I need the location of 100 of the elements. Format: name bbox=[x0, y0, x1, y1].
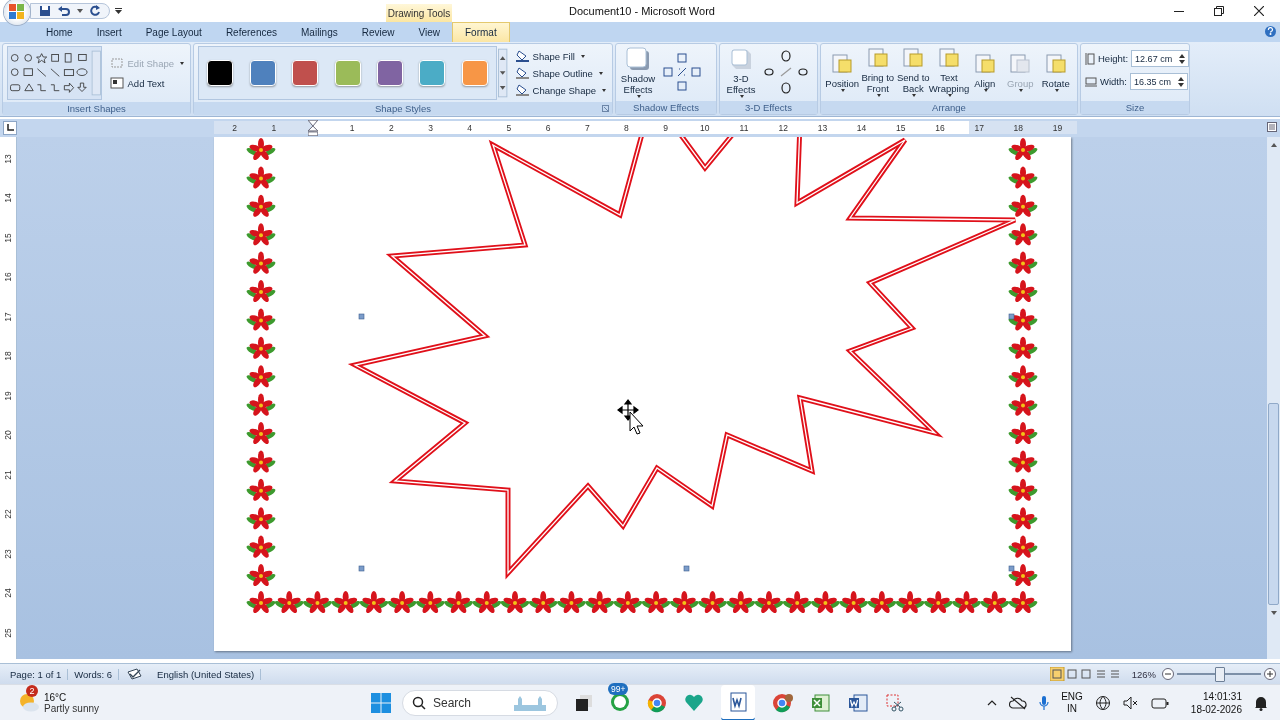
snipping-tool-icon[interactable] bbox=[885, 692, 905, 713]
shape-style-swatch[interactable] bbox=[334, 60, 361, 86]
shape-style-swatch[interactable] bbox=[207, 60, 234, 86]
poinsettia-drawing bbox=[246, 308, 276, 331]
ribbon-tab[interactable]: Mailings bbox=[289, 24, 350, 42]
dialog-launcher-icon[interactable] bbox=[602, 105, 609, 112]
arrange-button[interactable]: Rotate bbox=[1038, 53, 1073, 92]
shape-command-button[interactable]: Shape Outline bbox=[513, 66, 608, 80]
notification-bell-icon[interactable] bbox=[1254, 694, 1268, 711]
page-count[interactable]: Page: 1 of 1 bbox=[4, 668, 69, 680]
ribbon-tab[interactable]: Page Layout bbox=[133, 24, 214, 42]
proofing-icon[interactable] bbox=[127, 668, 144, 680]
scroll-down-icon[interactable] bbox=[1268, 609, 1279, 617]
selection-handle[interactable] bbox=[358, 313, 365, 320]
shape-style-swatch[interactable] bbox=[249, 60, 276, 86]
arrange-button[interactable]: Bring to Front bbox=[860, 48, 895, 97]
globe-icon[interactable] bbox=[1094, 694, 1111, 711]
poinsettia-drawing bbox=[1008, 422, 1038, 444]
ribbon-tab[interactable]: Insert bbox=[84, 24, 134, 42]
customize-caret-icon[interactable] bbox=[115, 8, 122, 14]
battery-icon[interactable] bbox=[1150, 695, 1169, 710]
ruler-number: 24 bbox=[3, 588, 13, 598]
redo-icon[interactable] bbox=[89, 5, 101, 17]
zoom-slider-thumb[interactable] bbox=[1215, 667, 1225, 682]
stacked-squares-icon bbox=[1043, 53, 1068, 76]
browser-icon[interactable] bbox=[772, 692, 794, 713]
indent-marker-icon[interactable] bbox=[308, 119, 318, 136]
vertical-scrollbar[interactable] bbox=[1267, 137, 1280, 659]
tab-selector[interactable] bbox=[3, 121, 17, 135]
arrange-button[interactable]: Text Wrapping bbox=[931, 48, 967, 97]
clock-date[interactable]: 18-02-2026 bbox=[1190, 702, 1242, 716]
speaker-muted-icon[interactable] bbox=[1122, 695, 1139, 710]
width-spin-field[interactable]: 16.35 cm bbox=[1129, 73, 1188, 90]
help-icon[interactable] bbox=[1265, 26, 1276, 37]
selection-handle[interactable] bbox=[1008, 313, 1015, 320]
shape-gallery-drawing[interactable] bbox=[7, 46, 102, 100]
save-icon[interactable] bbox=[39, 5, 51, 17]
poinsettia-drawing bbox=[1008, 478, 1038, 501]
zoom-out-icon[interactable] bbox=[1162, 668, 1174, 680]
selection-handle[interactable] bbox=[1008, 565, 1015, 572]
shape-style-swatch[interactable] bbox=[292, 60, 319, 86]
poinsettia-drawing bbox=[1008, 535, 1038, 558]
explosion-shape[interactable] bbox=[347, 137, 1018, 580]
shadow-effects-button[interactable]: Shadow Effects bbox=[620, 47, 656, 98]
shape-command-button[interactable]: Shape Fill bbox=[513, 49, 608, 63]
ribbon-tab[interactable]: View bbox=[406, 24, 452, 42]
view-buttons-icons[interactable] bbox=[1049, 667, 1122, 681]
3d-effects-button[interactable]: 3-D Effects bbox=[724, 47, 758, 98]
word-count[interactable]: Words: 6 bbox=[68, 668, 120, 680]
microphone-icon[interactable] bbox=[1039, 694, 1050, 711]
arrange-button[interactable]: Position bbox=[825, 53, 860, 92]
ribbon-tab[interactable]: References bbox=[213, 24, 289, 42]
browser-icon[interactable] bbox=[647, 692, 667, 713]
poinsettia-drawing bbox=[246, 478, 276, 501]
spreadsheet-icon[interactable] bbox=[811, 692, 831, 713]
shape-style-swatch[interactable] bbox=[377, 60, 404, 86]
task-view-icon[interactable] bbox=[575, 693, 593, 712]
input-region[interactable]: IN bbox=[1067, 702, 1077, 715]
height-spin-field[interactable]: 12.67 cm bbox=[1131, 50, 1190, 67]
word-app-icon[interactable] bbox=[848, 692, 868, 713]
zoom-level[interactable]: 126% bbox=[1131, 668, 1156, 680]
ribbon-tab[interactable]: Format bbox=[452, 22, 510, 42]
gallery-scroll-icon[interactable] bbox=[498, 47, 508, 99]
add-text-button[interactable]: Add Text bbox=[107, 76, 186, 90]
office-button[interactable] bbox=[4, 0, 30, 25]
chevron-up-icon[interactable] bbox=[987, 699, 998, 706]
poinsettia-drawing bbox=[867, 591, 897, 613]
tilt-controls-icons[interactable] bbox=[764, 49, 808, 96]
ribbon-tab[interactable]: Home bbox=[34, 24, 85, 42]
restore-icon[interactable] bbox=[1214, 6, 1224, 16]
ruler-number: 1 bbox=[348, 122, 356, 133]
ruler-number: 17 bbox=[973, 122, 985, 133]
scroll-thumb[interactable] bbox=[1268, 403, 1279, 605]
ruler-number: 14 bbox=[3, 193, 13, 203]
poinsettia-drawing bbox=[613, 591, 643, 613]
group-label: Arrange bbox=[821, 101, 1077, 114]
shape-command-button[interactable]: Change Shape bbox=[513, 83, 608, 97]
poinsettia-drawing bbox=[246, 365, 276, 388]
selection-handle[interactable] bbox=[683, 565, 690, 572]
selection-handle[interactable] bbox=[358, 565, 365, 572]
dropdown-caret-icon[interactable] bbox=[77, 9, 83, 13]
word-document-icon[interactable] bbox=[728, 691, 748, 712]
shape-style-swatch[interactable] bbox=[461, 60, 488, 86]
start-icon[interactable] bbox=[371, 692, 391, 713]
scroll-up-icon[interactable] bbox=[1268, 141, 1279, 149]
clock-time[interactable]: 14:01:31 bbox=[1203, 689, 1242, 703]
input-language[interactable]: ENG bbox=[1061, 690, 1083, 703]
taskbar-search-field[interactable]: Search bbox=[402, 689, 558, 716]
ribbon-tab[interactable]: Review bbox=[349, 24, 407, 42]
undo-icon[interactable] bbox=[57, 5, 71, 17]
cloud-off-icon[interactable] bbox=[1009, 695, 1028, 710]
heart-app-icon[interactable] bbox=[684, 692, 704, 713]
poinsettia-drawing bbox=[387, 591, 417, 613]
group-label: Size bbox=[1081, 101, 1189, 114]
language-status[interactable]: English (United States) bbox=[151, 668, 262, 680]
shape-style-swatch[interactable] bbox=[419, 60, 446, 86]
view-ruler-icon[interactable] bbox=[1267, 122, 1277, 132]
close-icon[interactable] bbox=[1254, 6, 1264, 16]
poinsettia-drawing bbox=[500, 591, 530, 613]
zoom-in-icon[interactable] bbox=[1264, 668, 1276, 680]
